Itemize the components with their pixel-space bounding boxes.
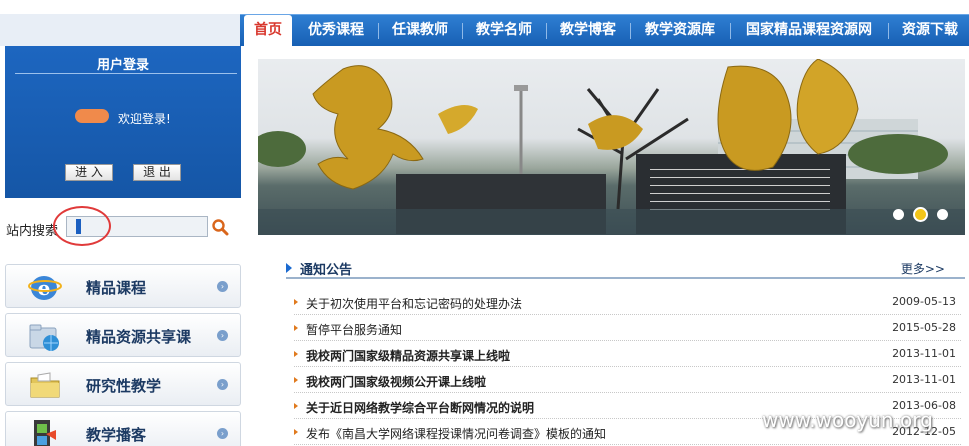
top-navigation: 首页 优秀课程 任课教师 教学名师 教学博客 教学资源库 国家精品课程资源网 资… <box>0 0 969 47</box>
nav-separator <box>546 23 547 39</box>
chevron-right-icon: › <box>217 330 228 341</box>
chevron-right-icon: › <box>217 281 228 292</box>
notice-row: 暂停平台服务通知 2015-05-28 <box>294 315 961 341</box>
film-icon <box>34 420 56 446</box>
nav-tab-excellent-courses[interactable]: 优秀课程 <box>300 15 372 45</box>
notice-header: 通知公告 更多>> <box>286 257 965 279</box>
slide-dot[interactable] <box>893 209 904 220</box>
welcome-text: 欢迎登录! <box>118 112 171 126</box>
redacted-username <box>75 109 109 123</box>
nav-separator <box>630 23 631 39</box>
slide-dot-active[interactable] <box>913 207 928 222</box>
more-link[interactable]: 更多>> <box>901 260 945 277</box>
nav-separator <box>730 23 731 39</box>
highlight-circle <box>53 206 111 246</box>
notice-row: 关于初次使用平台和忘记密码的处理办法 2009-05-13 <box>294 289 961 315</box>
section-arrow-icon <box>286 263 292 273</box>
nav-tab-teaching-blog[interactable]: 教学博客 <box>552 15 624 45</box>
svg-text:e: e <box>38 276 51 300</box>
chevron-right-icon: › <box>217 379 228 390</box>
nav-tab-downloads[interactable]: 资源下载 <box>894 15 966 45</box>
ie-icon: e <box>28 276 62 300</box>
globe-folder-icon <box>29 324 59 351</box>
nav-tab-resource-library[interactable]: 教学资源库 <box>636 15 724 45</box>
side-menu-label: 研究性教学 <box>86 377 162 395</box>
nav-bar: 首页 优秀课程 任课教师 教学名师 教学博客 教学资源库 国家精品课程资源网 资… <box>240 14 969 47</box>
notice-date: 2015-05-28 <box>892 321 956 334</box>
side-menu-research-teaching[interactable]: 研究性教学 › <box>5 362 241 406</box>
login-panel: 用户登录 欢迎登录! 进 入 退 出 <box>5 46 241 198</box>
bullet-icon <box>294 299 298 305</box>
side-menu-resource-sharing[interactable]: 精品资源共享课 › <box>5 313 241 357</box>
notice-row: 我校两门国家级精品资源共享课上线啦 2013-11-01 <box>294 341 961 367</box>
logout-button[interactable]: 退 出 <box>133 164 181 181</box>
nav-tab-national-resource-net[interactable]: 国家精品课程资源网 <box>736 15 882 45</box>
notice-link[interactable]: 发布《南昌大学网络课程授课情况问卷调查》模板的通知 <box>306 425 606 442</box>
side-menu-label: 教学播客 <box>86 426 147 444</box>
banner-slideshow[interactable] <box>258 59 965 235</box>
notice-link[interactable]: 暂停平台服务通知 <box>306 321 402 338</box>
nav-separator <box>888 23 889 39</box>
notice-row: 我校两门国家级视频公开课上线啦 2013-11-01 <box>294 367 961 393</box>
bullet-icon <box>294 351 298 357</box>
side-menu-teaching-podcast[interactable]: 教学播客 › <box>5 411 241 446</box>
slide-dot[interactable] <box>937 209 948 220</box>
notice-date: 2009-05-13 <box>892 295 956 308</box>
login-divider <box>15 73 237 74</box>
notice-date: 2013-11-01 <box>892 373 956 386</box>
folder-icon <box>30 372 60 398</box>
banner-photo <box>258 59 965 235</box>
login-title: 用户登录 <box>96 58 149 73</box>
notice-link[interactable]: 关于近日网络教学综合平台断网情况的说明 <box>306 399 534 416</box>
watermark-text: www.wooyun.org <box>762 408 933 432</box>
bullet-icon <box>294 325 298 331</box>
enter-button[interactable]: 进 入 <box>65 164 113 181</box>
search-icon[interactable] <box>211 218 229 236</box>
notice-link[interactable]: 我校两门国家级精品资源共享课上线啦 <box>306 347 510 364</box>
nav-tab-home[interactable]: 首页 <box>244 15 292 47</box>
side-menu-label: 精品资源共享课 <box>86 328 192 346</box>
chevron-right-icon: › <box>217 428 228 439</box>
bullet-icon <box>294 429 298 435</box>
notice-date: 2013-11-01 <box>892 347 956 360</box>
nav-separator <box>378 23 379 39</box>
side-menu-quality-courses[interactable]: e 精品课程 › <box>5 264 241 308</box>
nav-tab-teachers[interactable]: 任课教师 <box>384 15 456 45</box>
nav-tab-famous-teachers[interactable]: 教学名师 <box>468 15 540 45</box>
notice-title: 通知公告 <box>300 263 353 278</box>
search-label: 站内搜索 <box>6 224 59 239</box>
bullet-icon <box>294 403 298 409</box>
nav-separator <box>462 23 463 39</box>
bullet-icon <box>294 377 298 383</box>
notice-link[interactable]: 我校两门国家级视频公开课上线啦 <box>306 373 486 390</box>
side-menu-label: 精品课程 <box>86 279 147 297</box>
notice-link[interactable]: 关于初次使用平台和忘记密码的处理办法 <box>306 295 522 312</box>
